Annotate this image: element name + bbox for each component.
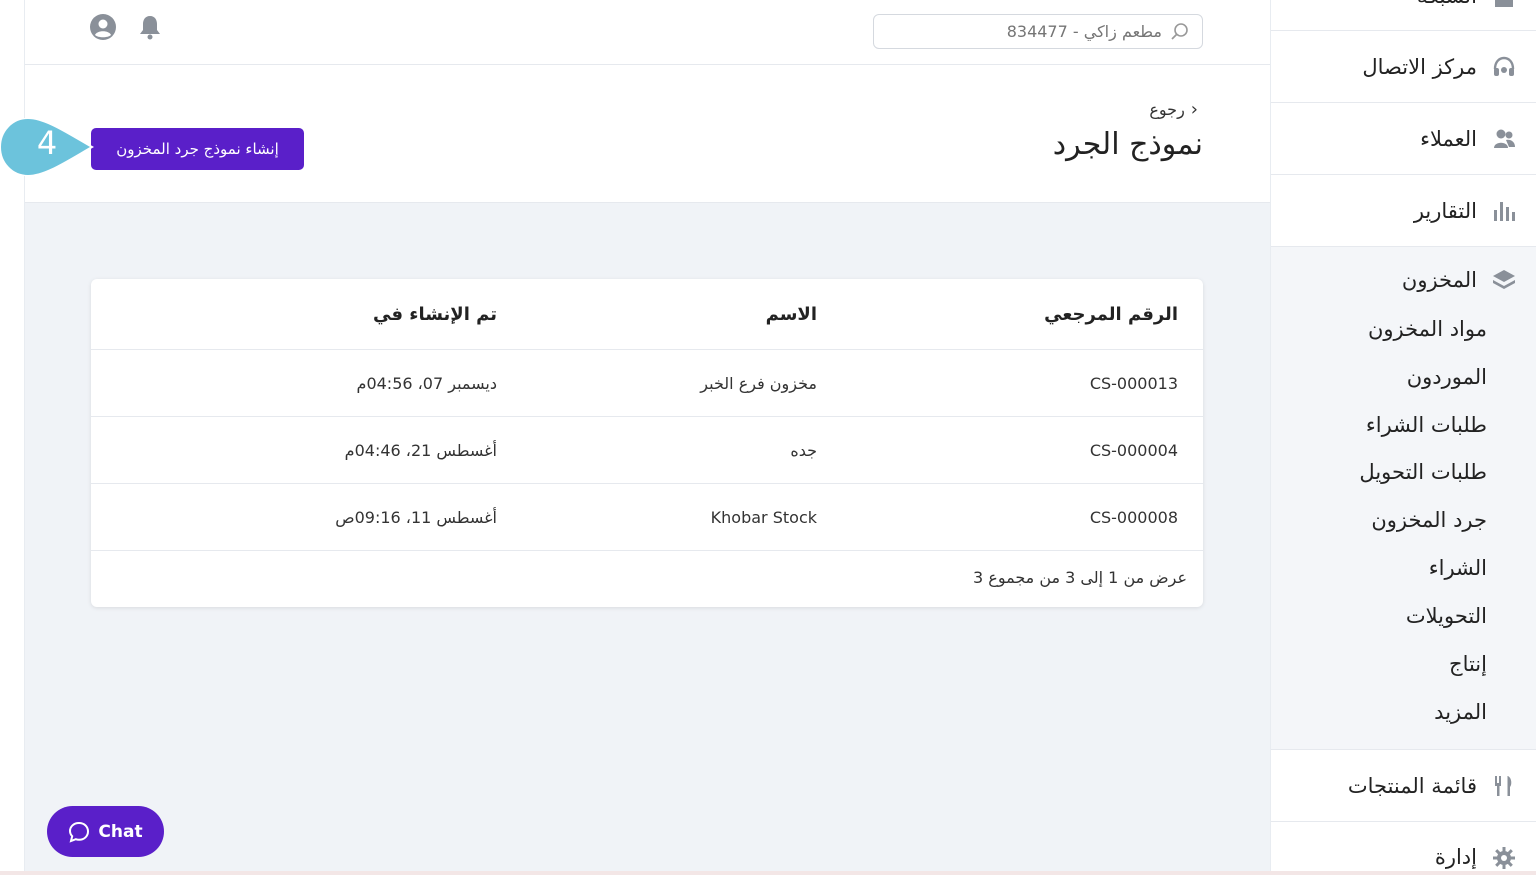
sidebar-item-label: الشبكة bbox=[1417, 0, 1477, 8]
bell-icon[interactable] bbox=[136, 13, 164, 41]
back-link[interactable]: ‹ رجوع bbox=[1149, 99, 1198, 120]
back-label: رجوع bbox=[1149, 100, 1185, 119]
chevron-left-icon: ‹ bbox=[1190, 99, 1198, 120]
cell-ref: CS-000004 bbox=[1089, 440, 1178, 460]
layers-icon bbox=[1493, 270, 1515, 289]
cell-ref: CS-000008 bbox=[1089, 507, 1178, 527]
cell-name: مخزون فرع الخبر bbox=[700, 373, 817, 393]
sidebar-item-admin[interactable]: إدارة bbox=[1271, 822, 1536, 875]
chat-bubble-icon bbox=[69, 821, 90, 843]
cell-created: أغسطس 11، 09:16ص bbox=[335, 507, 497, 527]
sidebar-item-label: العملاء bbox=[1420, 126, 1477, 151]
sidebar-item-inventory[interactable]: المخزون bbox=[1402, 267, 1517, 293]
sidebar-subitem[interactable]: طلبات الشراء bbox=[1366, 413, 1487, 437]
table-row[interactable]: CS-000013 مخزون فرع الخبر ديسمبر 07، 04:… bbox=[91, 350, 1203, 417]
sidebar-subitem[interactable]: الشراء bbox=[1429, 556, 1487, 580]
cart-icon bbox=[1495, 0, 1513, 7]
chat-label: Chat bbox=[98, 821, 143, 842]
fork-knife-icon bbox=[1495, 775, 1512, 796]
top-bar bbox=[25, 0, 1270, 65]
gear-icon bbox=[1493, 847, 1515, 869]
sidebar-item-label: إدارة bbox=[1434, 845, 1477, 869]
sidebar-item-label: قائمة المنتجات bbox=[1347, 773, 1477, 798]
cell-created: ديسمبر 07، 04:56م bbox=[356, 373, 497, 393]
sidebar-item-customers[interactable]: العملاء bbox=[1271, 103, 1536, 175]
sidebar-subitem[interactable]: الموردون bbox=[1407, 365, 1487, 389]
step-number: 4 bbox=[36, 124, 58, 162]
step-badge: 4 bbox=[0, 118, 120, 176]
inventory-section: المخزون مواد المخزون الموردون طلبات الشر… bbox=[1271, 247, 1536, 750]
customers-icon bbox=[1494, 129, 1515, 148]
sidebar-subitem[interactable]: التحويلات bbox=[1406, 604, 1487, 628]
column-header-ref[interactable]: الرقم المرجعي bbox=[1044, 279, 1178, 349]
page-header: ‹ رجوع نموذج الجرد إنشاء نموذج جرد المخز… bbox=[25, 65, 1270, 203]
main-area: ‹ رجوع نموذج الجرد إنشاء نموذج جرد المخز… bbox=[0, 0, 1270, 875]
chat-button[interactable]: Chat bbox=[47, 806, 164, 857]
column-header-name[interactable]: الاسم bbox=[766, 279, 817, 349]
headset-icon bbox=[1493, 56, 1515, 76]
search-icon bbox=[1171, 22, 1188, 40]
search-box[interactable] bbox=[873, 14, 1203, 49]
table-row[interactable]: CS-000008 Khobar Stock أغسطس 11، 09:16ص bbox=[91, 484, 1203, 551]
cell-name: جده bbox=[790, 440, 817, 460]
stocktake-table-card: الرقم المرجعي الاسم تم الإنشاء في CS-000… bbox=[91, 279, 1203, 607]
table-row[interactable]: CS-000004 جده أغسطس 21، 04:46م bbox=[91, 417, 1203, 484]
cell-ref: CS-000013 bbox=[1089, 373, 1178, 393]
table-header: الرقم المرجعي الاسم تم الإنشاء في bbox=[91, 279, 1203, 350]
sidebar-item-product-menu[interactable]: قائمة المنتجات bbox=[1271, 750, 1536, 822]
sidebar: الشبكة مركز الاتصال العملاء التقارير bbox=[1270, 0, 1536, 875]
sidebar-item-label: المخزون bbox=[1401, 268, 1477, 292]
cell-created: أغسطس 21، 04:46م bbox=[344, 440, 497, 460]
pagination-summary: عرض من 1 إلى 3 من مجموع 3 bbox=[973, 568, 1187, 587]
bar-chart-icon bbox=[1494, 201, 1515, 221]
sidebar-subitem[interactable]: طلبات التحويل bbox=[1359, 460, 1487, 484]
sidebar-subitem[interactable]: إنتاج bbox=[1449, 652, 1487, 676]
account-circle-icon[interactable] bbox=[89, 13, 117, 41]
cell-name: Khobar Stock bbox=[710, 507, 817, 527]
sidebar-item-call-center[interactable]: مركز الاتصال bbox=[1271, 31, 1536, 103]
sidebar-item-network[interactable]: الشبكة bbox=[1271, 0, 1536, 31]
sidebar-item-reports[interactable]: التقارير bbox=[1271, 175, 1536, 247]
bottom-edge bbox=[0, 871, 1536, 875]
search-input[interactable] bbox=[884, 22, 1162, 41]
sidebar-subitem[interactable]: مواد المخزون bbox=[1368, 317, 1487, 341]
sidebar-subitem[interactable]: جرد المخزون bbox=[1371, 508, 1487, 532]
sidebar-subitem[interactable]: المزيد bbox=[1434, 700, 1487, 724]
column-header-created[interactable]: تم الإنشاء في bbox=[373, 279, 497, 349]
page-title: نموذج الجرد bbox=[1052, 127, 1203, 162]
create-stocktake-button[interactable]: إنشاء نموذج جرد المخزون bbox=[91, 128, 304, 170]
sidebar-item-label: مركز الاتصال bbox=[1362, 54, 1477, 79]
sidebar-item-label: التقارير bbox=[1413, 198, 1477, 223]
